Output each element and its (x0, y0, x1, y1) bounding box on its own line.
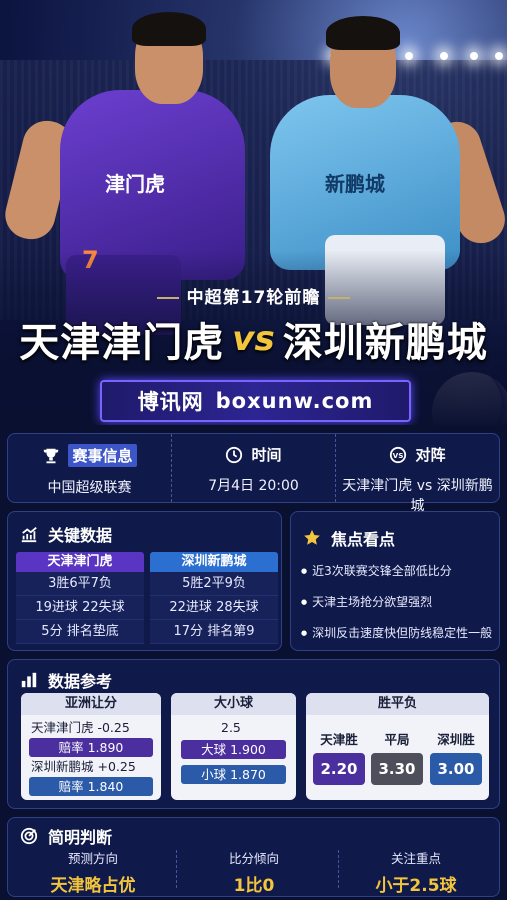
match-round-subtitle: 中超第17轮前瞻 (0, 283, 507, 308)
site-url: boxunw.com (215, 389, 374, 413)
vs-label: vs (232, 319, 275, 359)
away-win-odds: 3.00 (430, 753, 482, 785)
hero-banner: 津门虎 7 新鹏城 中超第17轮前瞻 天津津门虎 vs 深圳新鹏城 博讯网 bo… (0, 0, 507, 425)
home-team-title: 天津津门虎 (19, 320, 225, 366)
time-value: 7月4日 20:00 (208, 478, 299, 494)
time-label: 时间 (251, 446, 282, 464)
site-banner[interactable]: 博讯网 boxunw.com (100, 380, 411, 422)
match-info-bar: 赛事信息 中国超级联赛 时间 7月4日 20:00 VS 对阵 天津津门虎 vs… (7, 433, 500, 514)
asian-away-line: 深圳新鹏城 +0.25 (31, 759, 136, 774)
time-info: 时间 7月4日 20:00 (171, 434, 335, 502)
matchup-value: 天津津门虎 vs 深圳新鹏城 (342, 478, 493, 514)
away-jersey-text: 新鹏城 (325, 172, 385, 196)
stadium-light (405, 52, 413, 60)
home-stats-header: 天津津门虎 (16, 552, 144, 572)
away-stats-header: 深圳新鹏城 (150, 552, 278, 572)
away-stats-table: 深圳新鹏城 5胜2平9负 22进球 28失球 17分 排名第9 (150, 552, 278, 644)
judgement-panel: 简明判断 预测方向 天津略占优 比分倾向 1比0 关注重点 小于2.5球 (7, 817, 500, 897)
match-title: 天津津门虎 vs 深圳新鹏城 (10, 308, 497, 370)
event-value: 中国超级联赛 (47, 480, 132, 496)
direction-label: 预测方向 (67, 851, 118, 866)
match-result-title: 胜平负 (306, 693, 489, 715)
home-stats-rank: 5分 排名垫底 (16, 620, 144, 644)
over-odds: 大球 1.900 (181, 740, 286, 759)
chart-growth-icon (21, 527, 37, 543)
key-stats-panel: 关键数据 天津津门虎 3胜6平7负 19进球 22失球 5分 排名垫底 深圳新鹏… (7, 511, 282, 651)
home-win-label: 天津胜 (320, 732, 358, 747)
home-stats-goals: 19进球 22失球 (16, 596, 144, 620)
matchup-label: 对阵 (415, 446, 446, 464)
draw-label: 平局 (384, 732, 410, 747)
asian-handicap-card: 亚洲让分 天津津门虎 -0.25 赔率 1.890 深圳新鹏城 +0.25 赔率… (21, 693, 161, 800)
asian-handicap-title: 亚洲让分 (21, 693, 161, 715)
home-stats-record: 3胜6平7负 (16, 572, 144, 596)
asian-home-odds: 赔率 1.890 (29, 738, 153, 757)
home-jersey-text: 津门虎 (105, 172, 165, 196)
home-stats-table: 天津津门虎 3胜6平7负 19进球 22失球 5分 排名垫底 (16, 552, 144, 644)
versus-icon: VS (390, 446, 407, 463)
focus-item: 近3次联赛交锋全部低比分 (301, 556, 496, 587)
reference-title: 数据参考 (48, 672, 113, 691)
focus-key-label: 关注重点 (390, 851, 441, 866)
away-stats-record: 5胜2平9负 (150, 572, 278, 596)
site-name: 博讯网 (137, 390, 204, 414)
focus-item: 深圳反击速度快但防线稳定性一般 (301, 618, 496, 649)
away-player-hair (326, 16, 400, 50)
away-win-label: 深圳胜 (437, 732, 475, 747)
score-label: 比分倾向 (228, 851, 279, 866)
svg-text:VS: VS (393, 451, 404, 460)
over-under-line: 2.5 (221, 720, 241, 735)
stats-title: 关键数据 (48, 526, 113, 545)
event-label: 赛事信息 (68, 444, 137, 467)
focus-key-value: 小于2.5球 (375, 876, 457, 896)
home-player-hair (132, 12, 206, 46)
star-icon (304, 529, 320, 545)
over-under-title: 大小球 (171, 693, 296, 715)
score-tendency: 比分倾向 1比0 (174, 848, 334, 896)
focus-item: 天津主场抢分欲望强烈 (301, 587, 496, 618)
draw-odds: 3.30 (371, 753, 423, 785)
focus-title: 焦点看点 (331, 530, 396, 549)
focus-list: 近3次联赛交锋全部低比分 天津主场抢分欲望强烈 深圳反击速度快但防线稳定性一般 (301, 556, 496, 649)
stadium-light (470, 52, 478, 60)
bar-chart-icon (21, 672, 37, 688)
direction-value: 天津略占优 (50, 876, 136, 896)
under-odds: 小球 1.870 (181, 765, 286, 784)
home-win-odds: 2.20 (313, 753, 365, 785)
stadium-light (495, 52, 503, 60)
target-icon (20, 827, 38, 845)
match-result-card: 胜平负 天津胜 平局 深圳胜 2.20 3.30 3.00 (306, 693, 489, 800)
trophy-icon (44, 448, 59, 463)
over-under-card: 大小球 2.5 大球 1.900 小球 1.870 (171, 693, 296, 800)
away-stats-rank: 17分 排名第9 (150, 620, 278, 644)
asian-away-odds: 赔率 1.840 (29, 777, 153, 796)
away-team-title: 深圳新鹏城 (282, 320, 488, 366)
matchup-info: VS 对阵 天津津门虎 vs 深圳新鹏城 (335, 434, 499, 514)
data-reference-panel: 数据参考 亚洲让分 天津津门虎 -0.25 赔率 1.890 深圳新鹏城 +0.… (7, 659, 500, 809)
asian-home-line: 天津津门虎 -0.25 (31, 720, 130, 735)
prediction-direction: 预测方向 天津略占优 (13, 848, 173, 896)
event-info: 赛事信息 中国超级联赛 (8, 434, 171, 502)
stadium-light (440, 52, 448, 60)
score-value: 1比0 (233, 876, 275, 896)
clock-icon (226, 446, 243, 463)
judgement-title: 简明判断 (48, 828, 113, 847)
key-focus: 关注重点 小于2.5球 (336, 848, 496, 896)
focus-panel: 焦点看点 近3次联赛交锋全部低比分 天津主场抢分欲望强烈 深圳反击速度快但防线稳… (290, 511, 500, 651)
away-stats-goals: 22进球 28失球 (150, 596, 278, 620)
